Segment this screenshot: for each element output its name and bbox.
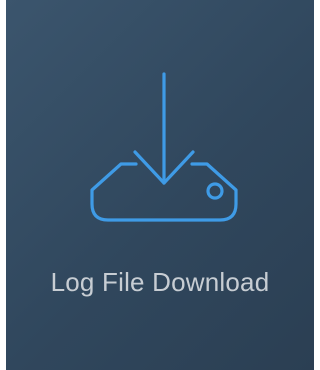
download-to-drive-icon (90, 72, 238, 222)
log-file-download-tile[interactable]: Log File Download (6, 0, 314, 370)
tile-label: Log File Download (50, 267, 270, 297)
